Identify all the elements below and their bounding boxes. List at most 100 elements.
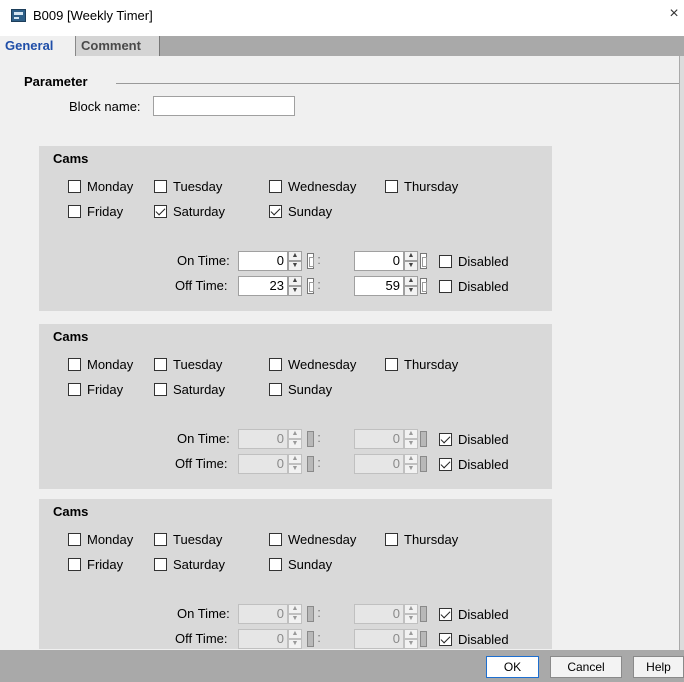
thursday-checkbox[interactable] bbox=[385, 532, 398, 546]
tab-comment[interactable]: Comment bbox=[76, 36, 160, 56]
off-time-minutes-value[interactable]: 59 bbox=[354, 276, 404, 296]
monday-label: Monday bbox=[87, 178, 134, 194]
on-time-minutes-value[interactable]: 0 bbox=[354, 251, 404, 271]
day-checkbox-friday[interactable]: Friday bbox=[68, 203, 123, 219]
spinner-buttons[interactable]: ▲ ▼ bbox=[404, 251, 418, 271]
on-time-hours-slider bbox=[307, 606, 314, 622]
sunday-checkbox[interactable] bbox=[269, 557, 282, 571]
tab-general[interactable]: General bbox=[0, 36, 76, 56]
arrow-up-icon[interactable]: ▲ bbox=[288, 276, 302, 286]
cancel-button[interactable]: Cancel bbox=[550, 656, 622, 678]
thursday-label: Thursday bbox=[404, 356, 459, 372]
disabled-checkbox[interactable] bbox=[439, 607, 452, 621]
wednesday-checkbox[interactable] bbox=[269, 532, 282, 546]
monday-label: Monday bbox=[87, 356, 134, 372]
day-checkbox-wednesday[interactable]: Wednesday bbox=[269, 178, 356, 194]
arrow-up-icon[interactable]: ▲ bbox=[404, 276, 418, 286]
day-checkbox-wednesday[interactable]: Wednesday bbox=[269, 356, 356, 372]
on-time-disabled-toggle[interactable]: Disabled bbox=[439, 606, 509, 622]
close-icon[interactable]: × bbox=[664, 5, 684, 23]
day-checkbox-tuesday[interactable]: Tuesday bbox=[154, 531, 222, 547]
day-checkbox-monday[interactable]: Monday bbox=[68, 356, 133, 372]
spinner-buttons[interactable]: ▲ ▼ bbox=[404, 276, 418, 296]
disabled-checkbox[interactable] bbox=[439, 632, 452, 646]
thursday-checkbox[interactable] bbox=[385, 357, 398, 371]
day-checkbox-tuesday[interactable]: Tuesday bbox=[154, 178, 222, 194]
vertical-scrollbar[interactable] bbox=[679, 56, 684, 650]
tuesday-checkbox[interactable] bbox=[154, 532, 167, 546]
day-checkbox-tuesday[interactable]: Tuesday bbox=[154, 356, 222, 372]
on-time-hours-value: 0 bbox=[238, 429, 288, 449]
arrow-down-icon: ▼ bbox=[288, 439, 302, 449]
monday-checkbox[interactable] bbox=[68, 179, 81, 193]
arrow-down-icon: ▼ bbox=[404, 439, 418, 449]
help-button[interactable]: Help bbox=[633, 656, 684, 678]
tuesday-checkbox[interactable] bbox=[154, 179, 167, 193]
friday-checkbox[interactable] bbox=[68, 382, 81, 396]
spinner-buttons[interactable]: ▲ ▼ bbox=[288, 251, 302, 271]
spinner-buttons: ▲ ▼ bbox=[404, 629, 418, 649]
saturday-checkbox[interactable] bbox=[154, 557, 167, 571]
day-checkbox-thursday[interactable]: Thursday bbox=[385, 356, 458, 372]
saturday-checkbox[interactable] bbox=[154, 382, 167, 396]
friday-checkbox[interactable] bbox=[68, 557, 81, 571]
arrow-up-icon[interactable]: ▲ bbox=[288, 251, 302, 261]
disabled-checkbox[interactable] bbox=[439, 279, 452, 293]
off-time-minutes-spinner[interactable]: 59 ▲ ▼ bbox=[354, 276, 418, 296]
on-time-hours-value[interactable]: 0 bbox=[238, 251, 288, 271]
arrow-up-icon[interactable]: ▲ bbox=[404, 251, 418, 261]
day-checkbox-friday[interactable]: Friday bbox=[68, 556, 123, 572]
arrow-down-icon[interactable]: ▼ bbox=[404, 286, 418, 296]
day-checkbox-friday[interactable]: Friday bbox=[68, 381, 123, 397]
off-time-hours-value[interactable]: 23 bbox=[238, 276, 288, 296]
off-time-disabled-toggle[interactable]: Disabled bbox=[439, 278, 509, 294]
disabled-checkbox[interactable] bbox=[439, 432, 452, 446]
time-separator: : bbox=[317, 455, 321, 470]
monday-label: Monday bbox=[87, 531, 134, 547]
wednesday-checkbox[interactable] bbox=[269, 179, 282, 193]
arrow-down-icon[interactable]: ▼ bbox=[404, 261, 418, 271]
saturday-checkbox[interactable] bbox=[154, 204, 167, 218]
day-checkbox-monday[interactable]: Monday bbox=[68, 531, 133, 547]
on-time-disabled-toggle[interactable]: Disabled bbox=[439, 431, 509, 447]
day-checkbox-thursday[interactable]: Thursday bbox=[385, 178, 458, 194]
cams-panel-2: Cams Monday Tuesday Wednesday Thursday Friday… bbox=[39, 324, 552, 489]
off-time-disabled-toggle[interactable]: Disabled bbox=[439, 456, 509, 472]
day-checkbox-wednesday[interactable]: Wednesday bbox=[269, 531, 356, 547]
arrow-down-icon[interactable]: ▼ bbox=[288, 261, 302, 271]
sunday-checkbox[interactable] bbox=[269, 382, 282, 396]
arrow-down-icon[interactable]: ▼ bbox=[288, 286, 302, 296]
sunday-checkbox[interactable] bbox=[269, 204, 282, 218]
monday-checkbox[interactable] bbox=[68, 357, 81, 371]
thursday-checkbox[interactable] bbox=[385, 179, 398, 193]
spinner-buttons[interactable]: ▲ ▼ bbox=[288, 276, 302, 296]
on-time-hours-slider[interactable] bbox=[307, 253, 314, 269]
block-name-input[interactable] bbox=[153, 96, 295, 116]
off-time-disabled-toggle[interactable]: Disabled bbox=[439, 631, 509, 647]
off-time-hours-slider[interactable] bbox=[307, 278, 314, 294]
day-checkbox-saturday[interactable]: Saturday bbox=[154, 203, 225, 219]
day-checkbox-monday[interactable]: Monday bbox=[68, 178, 133, 194]
friday-label: Friday bbox=[87, 381, 124, 397]
block-name-label: Block name: bbox=[69, 99, 141, 114]
off-time-minutes-slider[interactable] bbox=[420, 278, 427, 294]
day-checkbox-sunday[interactable]: Sunday bbox=[269, 556, 332, 572]
disabled-checkbox[interactable] bbox=[439, 254, 452, 268]
ok-button[interactable]: OK bbox=[486, 656, 539, 678]
day-checkbox-sunday[interactable]: Sunday bbox=[269, 381, 332, 397]
on-time-hours-spinner[interactable]: 0 ▲ ▼ bbox=[238, 251, 302, 271]
day-checkbox-sunday[interactable]: Sunday bbox=[269, 203, 332, 219]
tuesday-checkbox[interactable] bbox=[154, 357, 167, 371]
on-time-minutes-slider[interactable] bbox=[420, 253, 427, 269]
wednesday-checkbox[interactable] bbox=[269, 357, 282, 371]
day-checkbox-saturday[interactable]: Saturday bbox=[154, 556, 225, 572]
disabled-checkbox[interactable] bbox=[439, 457, 452, 471]
friday-label: Friday bbox=[87, 556, 124, 572]
off-time-hours-spinner[interactable]: 23 ▲ ▼ bbox=[238, 276, 302, 296]
on-time-disabled-toggle[interactable]: Disabled bbox=[439, 253, 509, 269]
on-time-minutes-spinner[interactable]: 0 ▲ ▼ bbox=[354, 251, 418, 271]
friday-checkbox[interactable] bbox=[68, 204, 81, 218]
day-checkbox-thursday[interactable]: Thursday bbox=[385, 531, 458, 547]
monday-checkbox[interactable] bbox=[68, 532, 81, 546]
day-checkbox-saturday[interactable]: Saturday bbox=[154, 381, 225, 397]
